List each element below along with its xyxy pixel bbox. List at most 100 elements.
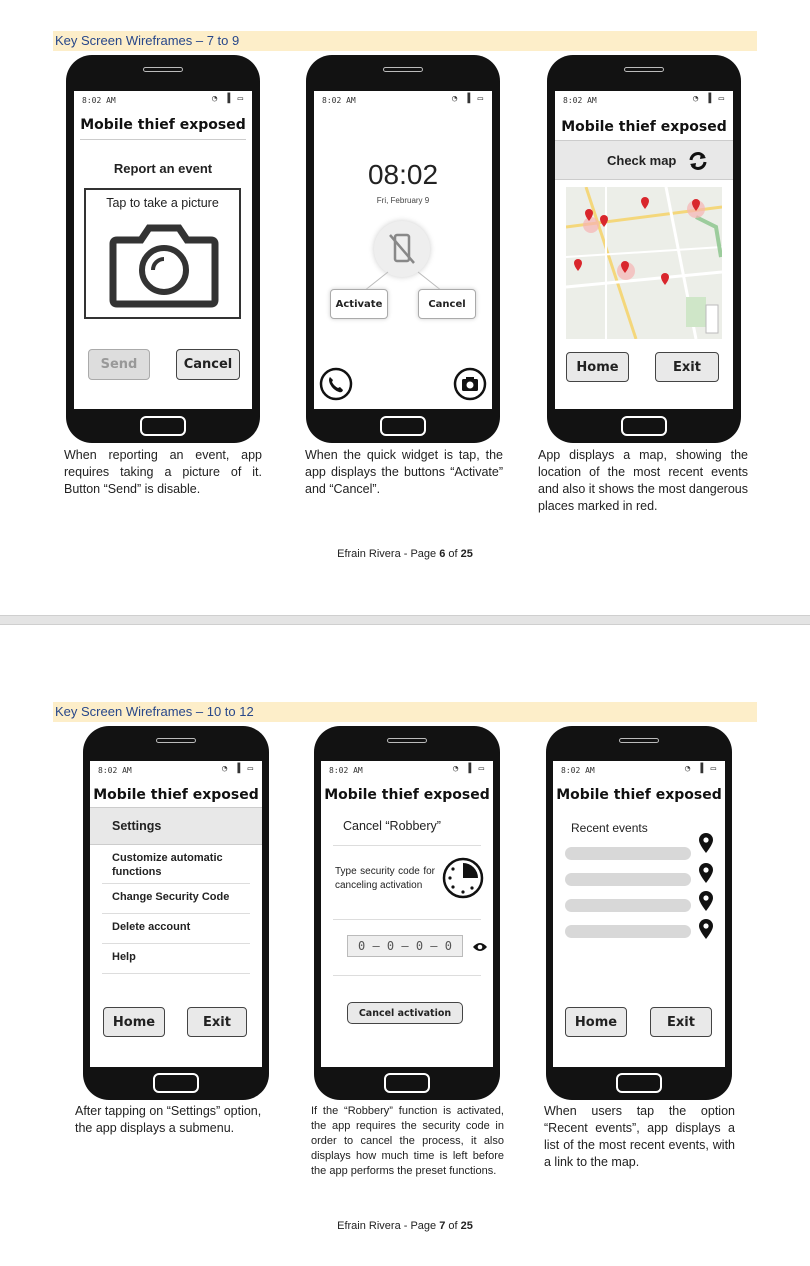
- status-time: 8:02 AM: [563, 96, 597, 105]
- signal-battery-icon: ◔ ▐ ▭: [221, 764, 254, 774]
- map-pin-icon[interactable]: [699, 833, 713, 853]
- speaker-grille: [619, 738, 659, 743]
- exit-button[interactable]: Exit: [187, 1007, 247, 1037]
- signal-battery-icon: ◔ ▐ ▭: [211, 94, 244, 104]
- status-time: 8:02 AM: [322, 96, 356, 105]
- home-button[interactable]: Home: [566, 352, 629, 382]
- cancel-button[interactable]: Cancel: [176, 349, 240, 380]
- settings-header: Settings: [90, 807, 262, 845]
- footer-total: 25: [460, 1220, 473, 1232]
- map-roads: [566, 187, 722, 339]
- menu-divider: [102, 883, 250, 884]
- camera-icon: [109, 224, 219, 308]
- status-time: 8:02 AM: [98, 766, 132, 775]
- phone-frame-settings: 8:02 AM ◔ ▐ ▭ Mobile thief exposed Settin…: [83, 726, 269, 1100]
- app-title: Mobile thief exposed: [93, 787, 259, 803]
- status-bar: 8:02 AM ◔ ▐ ▭: [553, 761, 725, 779]
- camera-shortcut-icon[interactable]: [453, 367, 487, 401]
- check-map-bar[interactable]: Check map: [555, 140, 733, 180]
- map-pin-icon[interactable]: [699, 919, 713, 939]
- divider: [333, 845, 481, 846]
- phone-call-icon[interactable]: [319, 367, 353, 401]
- status-bar: 8:02 AM ◔ ▐ ▭: [74, 91, 252, 109]
- app-title: Mobile thief exposed: [556, 787, 722, 803]
- picture-label: Tap to take a picture: [106, 196, 219, 210]
- status-bar: 8:02 AM ◔ ▐ ▭: [90, 761, 262, 779]
- speaker-grille: [383, 67, 423, 72]
- security-code-input[interactable]: 0 – 0 – 0 – 0: [347, 935, 463, 957]
- page-footer: Efrain Rivera - Page 6 of 25: [0, 548, 810, 560]
- caption-screen-12: When users tap the option “Recent events…: [544, 1104, 735, 1169]
- caption-screen-10: After tapping on “Settings” option, the …: [75, 1104, 262, 1135]
- map-pin-icon[interactable]: [699, 863, 713, 883]
- refresh-icon[interactable]: [687, 150, 709, 172]
- event-item[interactable]: [565, 925, 691, 938]
- phone-screen: 8:02 AM ◔ ▐ ▭ Mobile thief exposed Report…: [74, 91, 252, 409]
- menu-divider: [102, 913, 250, 914]
- security-instructions: Type security code for canceling activat…: [335, 866, 435, 891]
- exit-button[interactable]: Exit: [650, 1007, 712, 1037]
- app-title: Mobile thief exposed: [561, 119, 727, 135]
- lock-date: Fri, February 9: [376, 196, 430, 205]
- activate-button[interactable]: Activate: [330, 289, 388, 319]
- status-time: 8:02 AM: [82, 96, 116, 105]
- events-map[interactable]: [566, 187, 722, 339]
- page-gap: [0, 615, 810, 625]
- home-hardware-button: [140, 416, 186, 436]
- take-picture-area[interactable]: Tap to take a picture: [84, 188, 241, 319]
- home-button[interactable]: Home: [103, 1007, 165, 1037]
- status-bar: 8:02 AM ◔ ▐ ▭: [314, 91, 492, 109]
- section-header: Key Screen Wireframes – 7 to 9: [53, 31, 757, 51]
- status-bar: 8:02 AM ◔ ▐ ▭: [321, 761, 493, 779]
- speaker-grille: [387, 738, 427, 743]
- caption-screen-8: When the quick widget is tap, the app di…: [305, 448, 503, 496]
- menu-divider: [102, 973, 250, 974]
- speaker-grille: [156, 738, 196, 743]
- menu-item-delete-account[interactable]: Delete account: [112, 920, 190, 934]
- menu-item-help[interactable]: Help: [112, 950, 136, 964]
- caption-screen-9: App displays a map, showing the location…: [538, 448, 748, 513]
- cancel-activation-button[interactable]: Cancel activation: [347, 1002, 463, 1024]
- signal-battery-icon: ◔ ▐ ▭: [684, 764, 717, 774]
- phone-frame-map: 8:02 AM ◔ ▐ ▭ Mobile thief exposed Check …: [547, 55, 741, 443]
- home-hardware-button: [616, 1073, 662, 1093]
- status-bar: 8:02 AM ◔ ▐ ▭: [555, 91, 733, 109]
- caption-screen-7: When reporting an event, app requires ta…: [64, 448, 262, 496]
- footer-of: of: [445, 1220, 461, 1232]
- menu-item-customize[interactable]: Customize automatic functions: [112, 851, 232, 879]
- cancel-button[interactable]: Cancel: [418, 289, 476, 319]
- event-item[interactable]: [565, 847, 691, 860]
- title-divider: [80, 139, 246, 140]
- divider: [333, 919, 481, 920]
- phone-screen: 8:02 AM ◔ ▐ ▭ Mobile thief exposed Check …: [555, 91, 733, 409]
- report-heading: Report an event: [113, 161, 213, 176]
- recent-events-label: Recent events: [571, 821, 648, 835]
- caption-screen-11: If the “Robbery” function is activated, …: [311, 1105, 504, 1177]
- page-6: Key Screen Wireframes – 7 to 9 8:02 AM ◔ …: [0, 0, 810, 615]
- cancel-robbery-title: Cancel “Robbery”: [343, 819, 441, 833]
- app-title: Mobile thief exposed: [324, 787, 490, 803]
- map-pin-icon[interactable]: [699, 891, 713, 911]
- event-item[interactable]: [565, 899, 691, 912]
- home-hardware-button: [621, 416, 667, 436]
- home-button[interactable]: Home: [565, 1007, 627, 1037]
- signal-battery-icon: ◔ ▐ ▭: [452, 764, 485, 774]
- phone-screen: 8:02 AM ◔ ▐ ▭ Mobile thief exposed Cancel…: [321, 761, 493, 1067]
- event-item[interactable]: [565, 873, 691, 886]
- check-map-label: Check map: [607, 153, 677, 168]
- send-button[interactable]: Send: [88, 349, 150, 380]
- phone-screen: 8:02 AM ◔ ▐ ▭ 08:02 Fri, February 9 Activ…: [314, 91, 492, 409]
- phone-frame-recent-events: 8:02 AM ◔ ▐ ▭ Mobile thief exposed Recent…: [546, 726, 732, 1100]
- lock-clock: 08:02: [367, 159, 439, 190]
- show-password-eye-icon[interactable]: [472, 941, 488, 953]
- exit-button[interactable]: Exit: [655, 352, 719, 382]
- phone-screen: 8:02 AM ◔ ▐ ▭ Mobile thief exposed Settin…: [90, 761, 262, 1067]
- page-footer: Efrain Rivera - Page 7 of 25: [0, 1220, 810, 1232]
- signal-battery-icon: ◔ ▐ ▭: [451, 94, 484, 104]
- home-hardware-button: [380, 416, 426, 436]
- phone-frame-quick-widget: 8:02 AM ◔ ▐ ▭ 08:02 Fri, February 9 Activ…: [306, 55, 500, 443]
- menu-item-change-code[interactable]: Change Security Code: [112, 890, 229, 904]
- footer-prefix: Efrain Rivera - Page: [337, 548, 440, 560]
- footer-of: of: [445, 548, 461, 560]
- page-7: Key Screen Wireframes – 10 to 12 8:02 AM…: [0, 625, 810, 1266]
